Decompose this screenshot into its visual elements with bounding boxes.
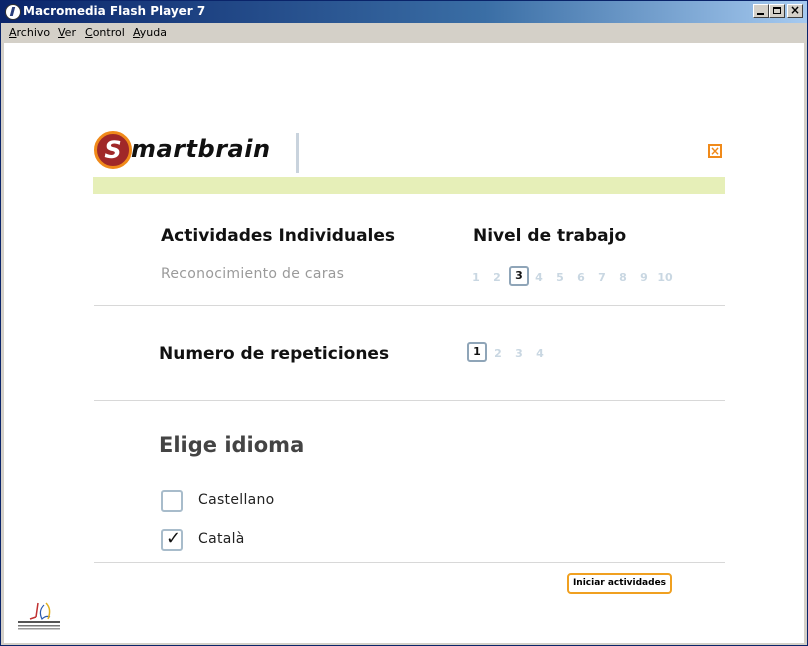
- catala-checkbox[interactable]: ✓: [161, 528, 183, 551]
- logo-letter: S: [104, 136, 122, 164]
- flash-player-window: Macromedia Flash Player 7 × Archivo Ver …: [0, 0, 808, 646]
- menu-control[interactable]: Control: [85, 26, 125, 39]
- minimize-button[interactable]: [753, 4, 769, 18]
- level-option[interactable]: 2: [488, 271, 506, 284]
- repetition-option[interactable]: 2: [489, 347, 507, 360]
- menu-archivo[interactable]: Archivo: [9, 26, 50, 39]
- level-heading: Nivel de trabajo: [473, 226, 627, 246]
- repetition-option-selected[interactable]: 1: [467, 342, 487, 362]
- level-option[interactable]: 5: [551, 271, 569, 284]
- menu-ayuda[interactable]: Ayuda: [133, 26, 167, 39]
- checkmark-icon: ✓: [166, 528, 182, 549]
- title-bar: Macromedia Flash Player 7 ×: [1, 1, 807, 23]
- logo-text: martbrain: [131, 135, 271, 163]
- smartbrain-logo-badge: S: [94, 131, 132, 169]
- repetition-option[interactable]: 3: [510, 347, 528, 360]
- activities-heading: Actividades Individuales: [161, 226, 396, 246]
- close-icon: ×: [710, 144, 721, 158]
- level-option[interactable]: 10: [656, 271, 674, 284]
- flash-stage: S martbrain × Actividades Individuales R…: [4, 43, 804, 643]
- maximize-icon: [773, 7, 781, 14]
- close-window-button[interactable]: ×: [787, 3, 803, 18]
- logo-divider: [296, 133, 299, 173]
- level-option[interactable]: 4: [530, 271, 548, 284]
- divider: [94, 305, 725, 306]
- window-title: Macromedia Flash Player 7: [23, 4, 206, 18]
- catala-label[interactable]: Català: [198, 531, 245, 547]
- divider: [94, 400, 725, 401]
- start-activities-button[interactable]: Iniciar actividades: [567, 573, 672, 594]
- level-option[interactable]: 1: [467, 271, 485, 284]
- sponsor-logo-icon: [18, 602, 60, 630]
- flash-app-icon: [5, 4, 21, 20]
- repetition-option[interactable]: 4: [531, 347, 549, 360]
- maximize-button[interactable]: [769, 4, 785, 18]
- level-option[interactable]: 7: [593, 271, 611, 284]
- close-app-button[interactable]: ×: [708, 144, 722, 158]
- minimize-icon: [757, 13, 764, 15]
- repetitions-heading: Numero de repeticiones: [159, 344, 390, 364]
- divider: [94, 562, 725, 563]
- castellano-label[interactable]: Castellano: [198, 492, 275, 508]
- level-option[interactable]: 6: [572, 271, 590, 284]
- menu-ver[interactable]: Ver: [58, 26, 76, 39]
- menu-bar: Archivo Ver Control Ayuda: [1, 23, 807, 42]
- level-option[interactable]: 8: [614, 271, 632, 284]
- close-icon: ×: [789, 3, 801, 17]
- language-heading: Elige idioma: [159, 433, 305, 457]
- castellano-checkbox[interactable]: [161, 490, 183, 512]
- level-option-selected[interactable]: 3: [509, 266, 529, 286]
- header-band: [93, 177, 725, 194]
- activity-name: Reconocimiento de caras: [161, 266, 345, 282]
- level-option[interactable]: 9: [635, 271, 653, 284]
